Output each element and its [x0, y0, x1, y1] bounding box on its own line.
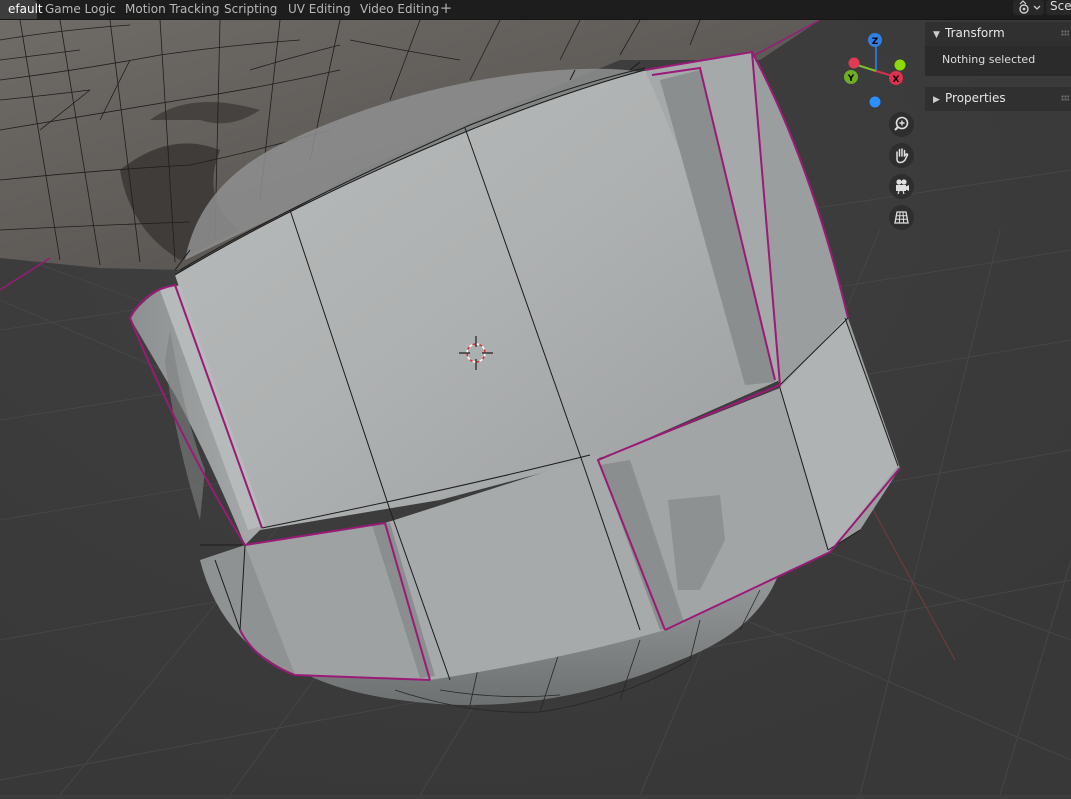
drag-grip-icon[interactable]	[1061, 30, 1069, 36]
pan-button[interactable]	[889, 143, 914, 168]
transform-panel: ▼ Transform Nothing selected	[925, 22, 1071, 76]
scene-icon	[1019, 0, 1041, 14]
scene-name-field[interactable]: Scer	[1046, 0, 1071, 15]
neg-x-axis-handle[interactable]	[848, 57, 860, 69]
neg-y-axis-handle[interactable]	[894, 59, 906, 71]
z-axis-label: Z	[872, 37, 879, 47]
pan-hand-icon	[896, 148, 909, 164]
tab-default[interactable]: efault	[0, 0, 43, 19]
ortho-toggle-button[interactable]	[889, 205, 914, 230]
tab-game-logic[interactable]: Game Logic	[37, 0, 124, 19]
properties-panel: ▶ Properties	[925, 87, 1071, 111]
transform-panel-body: Nothing selected	[925, 46, 1071, 76]
transform-panel-title: Transform	[945, 26, 1005, 40]
zoom-icon	[894, 116, 909, 131]
properties-panel-title: Properties	[945, 91, 1006, 105]
tab-video-editing[interactable]: Video Editing	[352, 0, 447, 19]
expand-triangle-icon: ▼	[933, 30, 940, 40]
grid-view-icon	[894, 211, 909, 224]
zoom-button[interactable]	[889, 112, 914, 137]
y-axis-label: Y	[847, 74, 855, 84]
collapse-triangle-icon: ▶	[933, 95, 940, 105]
tab-scripting[interactable]: Scripting	[216, 0, 285, 19]
x-axis-label: X	[893, 75, 900, 85]
neg-z-axis-handle[interactable]	[869, 96, 881, 108]
tab-motion-tracking[interactable]: Motion Tracking	[117, 0, 227, 19]
tab-uv-editing[interactable]: UV Editing	[280, 0, 359, 19]
scene-selector-button[interactable]	[1013, 0, 1044, 15]
transform-panel-header[interactable]: ▼ Transform	[925, 22, 1071, 46]
add-workspace-button[interactable]: +	[436, 0, 456, 19]
camera-view-button[interactable]	[889, 174, 914, 199]
navigation-gizmo[interactable]: Z X Y	[836, 28, 916, 110]
camera-icon	[896, 179, 909, 195]
drag-grip-icon[interactable]	[1061, 95, 1069, 101]
properties-panel-header[interactable]: ▶ Properties	[925, 87, 1071, 111]
workspace-tab-bar: efault Game Logic Motion Tracking Script…	[0, 0, 1071, 20]
